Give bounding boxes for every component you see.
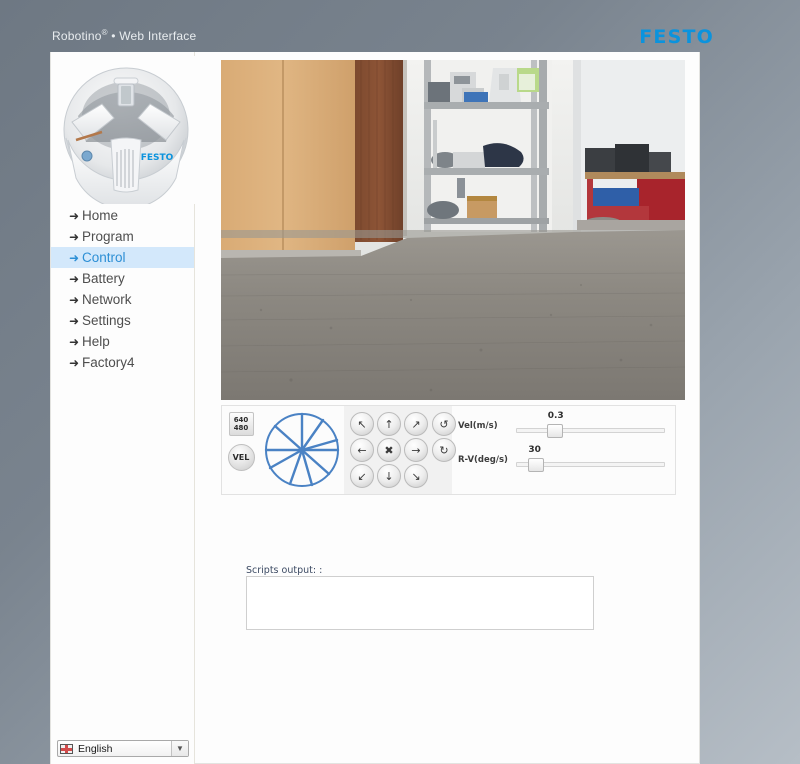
sidebar-item-control[interactable]: ➜ Control bbox=[51, 247, 194, 268]
sidebar-item-label: Settings bbox=[82, 313, 131, 328]
live-camera-feed[interactable] bbox=[221, 60, 685, 400]
velocity-slider-thumb[interactable] bbox=[547, 424, 564, 438]
content-panel: FESTO ➜ Home ➜ Program ➜ Control ➜ Battery ➜… bbox=[50, 52, 700, 764]
brand-name: Robotino bbox=[52, 29, 102, 43]
control-panel: 640 480 VEL ↖ ↑ ↗ ← ✖ → ↙ ↓ ↘ ↺ ↻ Vel(m/… bbox=[221, 405, 676, 495]
mode-button-group: 640 480 VEL bbox=[222, 406, 260, 494]
arrow-icon: ➜ bbox=[69, 356, 80, 370]
move-up-right-button[interactable]: ↗ bbox=[404, 412, 428, 436]
rotational-velocity-slider-label: R-V(deg/s) bbox=[458, 455, 508, 465]
main-content: 640 480 VEL ↖ ↑ ↗ ← ✖ → ↙ ↓ ↘ ↺ ↻ Vel(m/… bbox=[196, 52, 700, 764]
velocity-slider-value: 0.3 bbox=[547, 411, 564, 421]
sidebar-item-label: Help bbox=[82, 334, 110, 349]
move-down-button[interactable]: ↓ bbox=[377, 464, 401, 488]
uk-flag-icon bbox=[60, 743, 73, 754]
sidebar-item-help[interactable]: ➜ Help bbox=[51, 331, 194, 352]
sidebar: FESTO ➜ Home ➜ Program ➜ Control ➜ Battery ➜… bbox=[51, 52, 196, 764]
sidebar-item-battery[interactable]: ➜ Battery bbox=[51, 268, 194, 289]
title-subtitle: Web Interface bbox=[119, 29, 197, 43]
move-down-right-button[interactable]: ↘ bbox=[404, 464, 428, 488]
sidebar-item-label: Program bbox=[82, 229, 134, 244]
sidebar-item-label: Battery bbox=[82, 271, 125, 286]
velocity-slider[interactable] bbox=[516, 424, 665, 438]
arrow-icon: ➜ bbox=[69, 314, 80, 328]
slider-group: Vel(m/s) 0.3 R-V(deg/s) 30 bbox=[452, 406, 675, 494]
arrow-icon: ➜ bbox=[69, 209, 80, 223]
rotational-velocity-slider-value: 30 bbox=[528, 445, 541, 455]
robot-festo-logo: FESTO bbox=[141, 153, 174, 163]
sidebar-item-settings[interactable]: ➜ Settings bbox=[51, 310, 194, 331]
festo-logo: FESTO bbox=[639, 26, 714, 48]
odometry-wheel-widget[interactable] bbox=[260, 406, 344, 494]
sidebar-nav: ➜ Home ➜ Program ➜ Control ➜ Battery ➜ Networ… bbox=[51, 205, 194, 373]
sidebar-item-label: Factory4 bbox=[82, 355, 135, 370]
robotino-robot-image: FESTO bbox=[56, 56, 196, 204]
title-separator: • bbox=[107, 29, 120, 43]
sidebar-item-label: Control bbox=[82, 250, 126, 265]
resolution-line-2: 480 bbox=[233, 424, 249, 432]
sidebar-item-network[interactable]: ➜ Network bbox=[51, 289, 194, 310]
page-header: Robotino® • Web Interface FESTO bbox=[0, 0, 800, 52]
arrow-icon: ➜ bbox=[69, 335, 80, 349]
rotational-velocity-slider[interactable] bbox=[516, 458, 665, 472]
arrow-icon: ➜ bbox=[69, 293, 80, 307]
language-select-value: English bbox=[78, 742, 113, 755]
arrow-icon: ➜ bbox=[69, 272, 80, 286]
page-title: Robotino® • Web Interface bbox=[52, 28, 196, 43]
scripts-output-label: Scripts output: : bbox=[246, 565, 323, 576]
velocity-slider-row: Vel(m/s) 0.3 bbox=[458, 411, 665, 446]
move-up-left-button[interactable]: ↖ bbox=[350, 412, 374, 436]
sidebar-item-factory4[interactable]: ➜ Factory4 bbox=[51, 352, 194, 373]
sidebar-item-home[interactable]: ➜ Home bbox=[51, 205, 194, 226]
sidebar-item-program[interactable]: ➜ Program bbox=[51, 226, 194, 247]
sidebar-item-label: Home bbox=[82, 208, 119, 223]
stop-button[interactable]: ✖ bbox=[377, 438, 401, 462]
scripts-output-textarea[interactable] bbox=[246, 576, 594, 630]
spoke-wheel-icon bbox=[264, 412, 340, 487]
vel-button[interactable]: VEL bbox=[227, 444, 255, 471]
arrow-icon: ➜ bbox=[69, 251, 80, 265]
move-right-button[interactable]: → bbox=[404, 438, 428, 462]
rotational-velocity-slider-row: R-V(deg/s) 30 bbox=[458, 445, 665, 480]
language-select[interactable]: English ▼ bbox=[57, 740, 189, 757]
move-up-button[interactable]: ↑ bbox=[377, 412, 401, 436]
direction-pad: ↖ ↑ ↗ ← ✖ → ↙ ↓ ↘ ↺ ↻ bbox=[344, 406, 456, 494]
resolution-line-1: 640 bbox=[233, 416, 249, 424]
velocity-slider-label: Vel(m/s) bbox=[458, 421, 498, 431]
resolution-button[interactable]: 640 480 bbox=[228, 412, 254, 436]
sidebar-item-label: Network bbox=[82, 292, 132, 307]
move-down-left-button[interactable]: ↙ bbox=[350, 464, 374, 488]
chevron-down-icon: ▼ bbox=[171, 741, 188, 756]
move-left-button[interactable]: ← bbox=[350, 438, 374, 462]
rotational-velocity-slider-thumb[interactable] bbox=[528, 458, 545, 472]
arrow-icon: ➜ bbox=[69, 230, 80, 244]
